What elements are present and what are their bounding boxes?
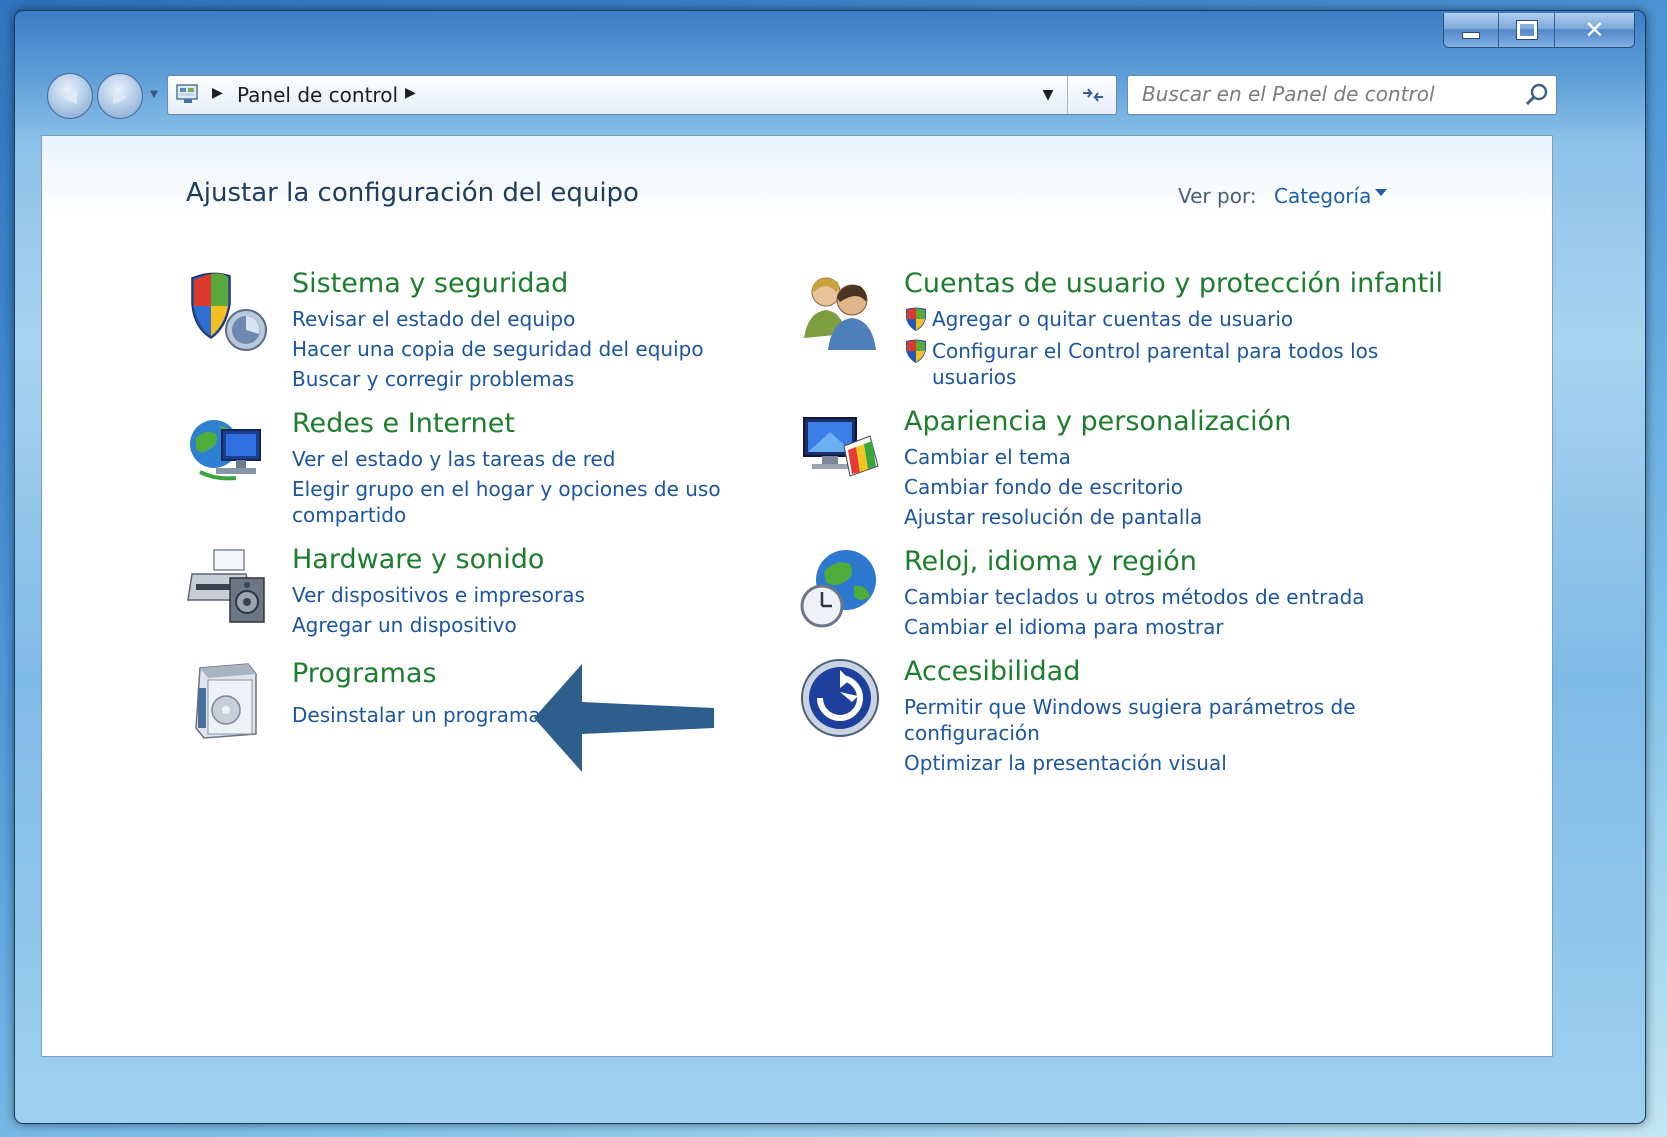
chevron-down-icon[interactable] <box>1375 189 1387 196</box>
address-bar[interactable]: ▶ Panel de control ▶ ▼ <box>167 75 1117 115</box>
category-title-hardware-sound[interactable]: Hardware y sonido <box>292 544 544 575</box>
link-network-status[interactable]: Ver el estado y las tareas de red <box>292 446 616 472</box>
link-homegroup[interactable]: Elegir grupo en el hogar y opciones de u… <box>292 476 721 502</box>
recent-pages-dropdown[interactable]: ▼ <box>147 87 161 101</box>
category-network-internet: Redes e Internet Ver el estado y las tar… <box>186 408 746 528</box>
control-panel-window: ✕ ◀ ▶ ▼ ▶ Panel de control ▶ ▼ Buscar en… <box>14 10 1646 1124</box>
minimize-button[interactable] <box>1444 13 1500 47</box>
close-icon: ✕ <box>1584 16 1605 44</box>
chevron-down-icon: ▼ <box>150 88 158 100</box>
back-arrow-icon: ◀ <box>63 85 77 107</box>
link-optimize-visual-display[interactable]: Optimizar la presentación visual <box>904 750 1227 776</box>
link-windows-suggest-settings-continued[interactable]: configuración <box>904 720 1040 746</box>
back-button[interactable]: ◀ <box>47 73 93 119</box>
network-globe-icon[interactable] <box>186 408 270 492</box>
category-title-appearance[interactable]: Apariencia y personalización <box>904 406 1291 437</box>
link-backup[interactable]: Hacer una copia de seguridad del equipo <box>292 336 704 362</box>
link-display-language[interactable]: Cambiar el idioma para mostrar <box>904 614 1224 640</box>
forward-arrow-icon: ▶ <box>113 85 127 107</box>
maximize-button[interactable] <box>1499 13 1555 47</box>
link-troubleshoot[interactable]: Buscar y corregir problemas <box>292 366 574 392</box>
link-windows-suggest-settings[interactable]: Permitir que Windows sugiera parámetros … <box>904 694 1356 720</box>
breadcrumb-separator-icon[interactable]: ▶ <box>405 85 416 101</box>
annotation-arrow-icon <box>534 664 714 772</box>
search-button[interactable] <box>1524 82 1550 108</box>
category-appearance: Apariencia y personalización Cambiar el … <box>798 406 1518 529</box>
category-user-accounts: Cuentas de usuario y protección infantil… <box>798 268 1518 398</box>
link-change-keyboards[interactable]: Cambiar teclados u otros métodos de entr… <box>904 584 1365 610</box>
printer-speaker-icon[interactable] <box>186 544 270 628</box>
page-title: Ajustar la configuración del equipo <box>186 178 639 208</box>
category-system-security: Sistema y seguridad Revisar el estado de… <box>186 268 746 398</box>
maximize-icon <box>1515 20 1538 40</box>
close-button[interactable]: ✕ <box>1554 13 1634 47</box>
category-programs: Programas Desinstalar un programa <box>186 658 586 748</box>
appearance-monitor-icon[interactable] <box>798 406 882 490</box>
category-clock-language-region: Reloj, idioma y región Cambiar teclados … <box>798 546 1518 646</box>
forward-button[interactable]: ▶ <box>97 73 143 119</box>
breadcrumb-control-panel[interactable]: Panel de control <box>237 83 398 107</box>
clock-globe-icon[interactable] <box>798 546 882 630</box>
refresh-button[interactable] <box>1070 76 1116 114</box>
link-change-wallpaper[interactable]: Cambiar fondo de escritorio <box>904 474 1183 500</box>
category-title-programs[interactable]: Programas <box>292 658 437 689</box>
link-add-device[interactable]: Agregar un dispositivo <box>292 612 517 638</box>
link-add-remove-accounts[interactable]: Agregar o quitar cuentas de usuario <box>932 306 1293 332</box>
category-title-accessibility[interactable]: Accesibilidad <box>904 656 1080 687</box>
category-title-system-security[interactable]: Sistema y seguridad <box>292 268 568 299</box>
category-title-user-accounts[interactable]: Cuentas de usuario y protección infantil <box>904 268 1443 299</box>
users-icon[interactable] <box>798 268 882 352</box>
view-by-dropdown[interactable]: Categoría <box>1274 184 1371 208</box>
link-devices-printers[interactable]: Ver dispositivos e impresoras <box>292 582 585 608</box>
link-uninstall-program[interactable]: Desinstalar un programa <box>292 702 541 728</box>
link-parental-control-continued[interactable]: usuarios <box>932 364 1016 390</box>
category-accessibility: Accesibilidad Permitir que Windows sugie… <box>798 656 1518 786</box>
search-input[interactable] <box>1128 76 1526 112</box>
minimize-icon <box>1462 31 1481 39</box>
category-title-clock-region[interactable]: Reloj, idioma y región <box>904 546 1197 577</box>
shield-security-icon[interactable] <box>186 268 270 352</box>
link-homegroup-continued[interactable]: compartido <box>292 502 406 528</box>
control-panel-content: Ajustar la configuración del equipo Ver … <box>41 135 1553 1057</box>
link-parental-control[interactable]: Configurar el Control parental para todo… <box>932 338 1378 364</box>
accessibility-icon[interactable] <box>798 656 882 740</box>
uac-shield-icon <box>906 307 926 331</box>
address-dropdown-button[interactable]: ▼ <box>1029 76 1068 114</box>
category-title-network-internet[interactable]: Redes e Internet <box>292 408 515 439</box>
uac-shield-icon <box>906 339 926 363</box>
programs-box-icon[interactable] <box>186 658 270 742</box>
navigation-bar: ◀ ▶ ▼ ▶ Panel de control ▶ ▼ <box>33 71 1633 119</box>
refresh-icon <box>1083 88 1103 102</box>
chevron-down-icon: ▼ <box>1042 87 1054 103</box>
search-icon <box>1525 83 1548 106</box>
view-by-label: Ver por: <box>1178 184 1257 208</box>
control-panel-icon <box>176 84 198 103</box>
search-box <box>1127 75 1557 115</box>
category-hardware-sound: Hardware y sonido Ver dispositivos e imp… <box>186 544 746 644</box>
link-change-theme[interactable]: Cambiar el tema <box>904 444 1071 470</box>
caption-buttons: ✕ <box>1443 13 1635 48</box>
breadcrumb-separator-icon[interactable]: ▶ <box>212 85 223 101</box>
link-screen-resolution[interactable]: Ajustar resolución de pantalla <box>904 504 1202 530</box>
link-review-status[interactable]: Revisar el estado del equipo <box>292 306 575 332</box>
